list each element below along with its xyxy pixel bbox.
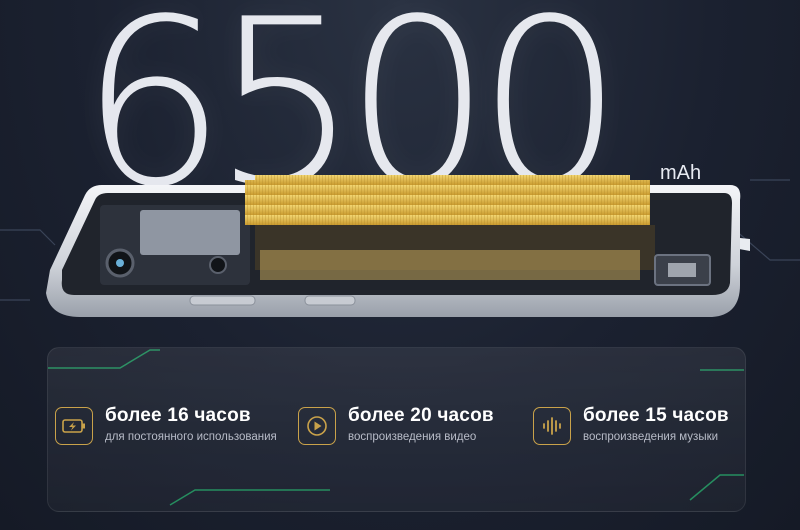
feature-subtitle: воспроизведения музыки	[583, 431, 719, 443]
feature-subtitle: воспроизведения видео	[348, 431, 477, 443]
audio-wave-icon	[533, 407, 571, 445]
battery-charging-icon	[55, 407, 93, 445]
battery-unit-label: mAh	[660, 162, 702, 184]
video-play-icon	[298, 407, 336, 445]
feature-video: более 20 часов воспроизведения видео	[298, 405, 494, 445]
phone-illustration	[46, 175, 750, 317]
feature-title: более 20 часов	[348, 405, 494, 426]
feature-subtitle: для постоянного использования	[105, 431, 277, 443]
feature-title: более 15 часов	[583, 405, 729, 426]
feature-title: более 16 часов	[105, 405, 251, 426]
feature-music: более 15 часов воспроизведения музыки	[533, 405, 729, 445]
feature-standby: более 16 часов для постоянного использов…	[55, 405, 277, 445]
